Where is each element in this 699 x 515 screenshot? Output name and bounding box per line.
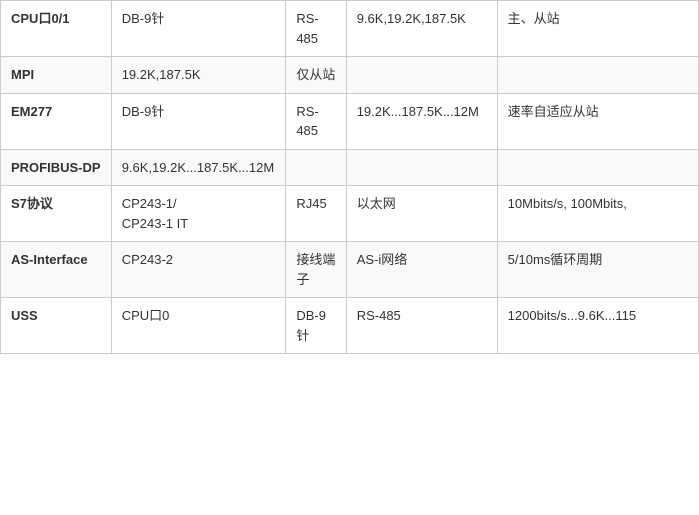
notes-cell: 10Mbits/s, 100Mbits,: [497, 186, 698, 242]
hardware-cell: 19.2K,187.5K: [111, 57, 286, 94]
network-cell: RS-485: [346, 298, 497, 354]
interface-cell: 接线端子: [286, 242, 346, 298]
notes-cell: [497, 149, 698, 186]
table-row: EM277DB-9针RS-48519.2K...187.5K...12M速率自适…: [1, 93, 699, 149]
network-cell: 以太网: [346, 186, 497, 242]
table-row: S7协议CP243-1/ CP243-1 ITRJ45以太网10Mbits/s,…: [1, 186, 699, 242]
protocol-cell: PROFIBUS-DP: [1, 149, 112, 186]
notes-cell: [497, 57, 698, 94]
network-cell: 19.2K...187.5K...12M: [346, 93, 497, 149]
interface-cell: 仅从站: [286, 57, 346, 94]
network-cell: [346, 57, 497, 94]
hardware-cell: 9.6K,19.2K...187.5K...12M: [111, 149, 286, 186]
hardware-cell: CP243-1/ CP243-1 IT: [111, 186, 286, 242]
interface-cell: [286, 149, 346, 186]
protocol-cell: USS: [1, 298, 112, 354]
interface-cell: RS-485: [286, 93, 346, 149]
table-row: PROFIBUS-DP9.6K,19.2K...187.5K...12M: [1, 149, 699, 186]
interface-cell: DB-9针: [286, 298, 346, 354]
table-row: CPU口0/1DB-9针RS-4859.6K,19.2K,187.5K主、从站: [1, 1, 699, 57]
network-cell: AS-i网络: [346, 242, 497, 298]
protocol-cell: MPI: [1, 57, 112, 94]
protocol-cell: AS-Interface: [1, 242, 112, 298]
hardware-cell: DB-9针: [111, 93, 286, 149]
notes-cell: 速率自适应从站: [497, 93, 698, 149]
network-cell: 9.6K,19.2K,187.5K: [346, 1, 497, 57]
protocol-cell: CPU口0/1: [1, 1, 112, 57]
interface-cell: RJ45: [286, 186, 346, 242]
notes-cell: 主、从站: [497, 1, 698, 57]
hardware-cell: DB-9针: [111, 1, 286, 57]
table-row: AS-InterfaceCP243-2接线端子AS-i网络5/10ms循环周期: [1, 242, 699, 298]
hardware-cell: CPU口0: [111, 298, 286, 354]
notes-cell: 1200bits/s...9.6K...115: [497, 298, 698, 354]
hardware-cell: CP243-2: [111, 242, 286, 298]
table-row: USSCPU口0DB-9针RS-4851200bits/s...9.6K...1…: [1, 298, 699, 354]
protocol-cell: EM277: [1, 93, 112, 149]
table-row: MPI19.2K,187.5K仅从站: [1, 57, 699, 94]
protocol-table: CPU口0/1DB-9针RS-4859.6K,19.2K,187.5K主、从站M…: [0, 0, 699, 354]
notes-cell: 5/10ms循环周期: [497, 242, 698, 298]
protocol-cell: S7协议: [1, 186, 112, 242]
network-cell: [346, 149, 497, 186]
interface-cell: RS-485: [286, 1, 346, 57]
